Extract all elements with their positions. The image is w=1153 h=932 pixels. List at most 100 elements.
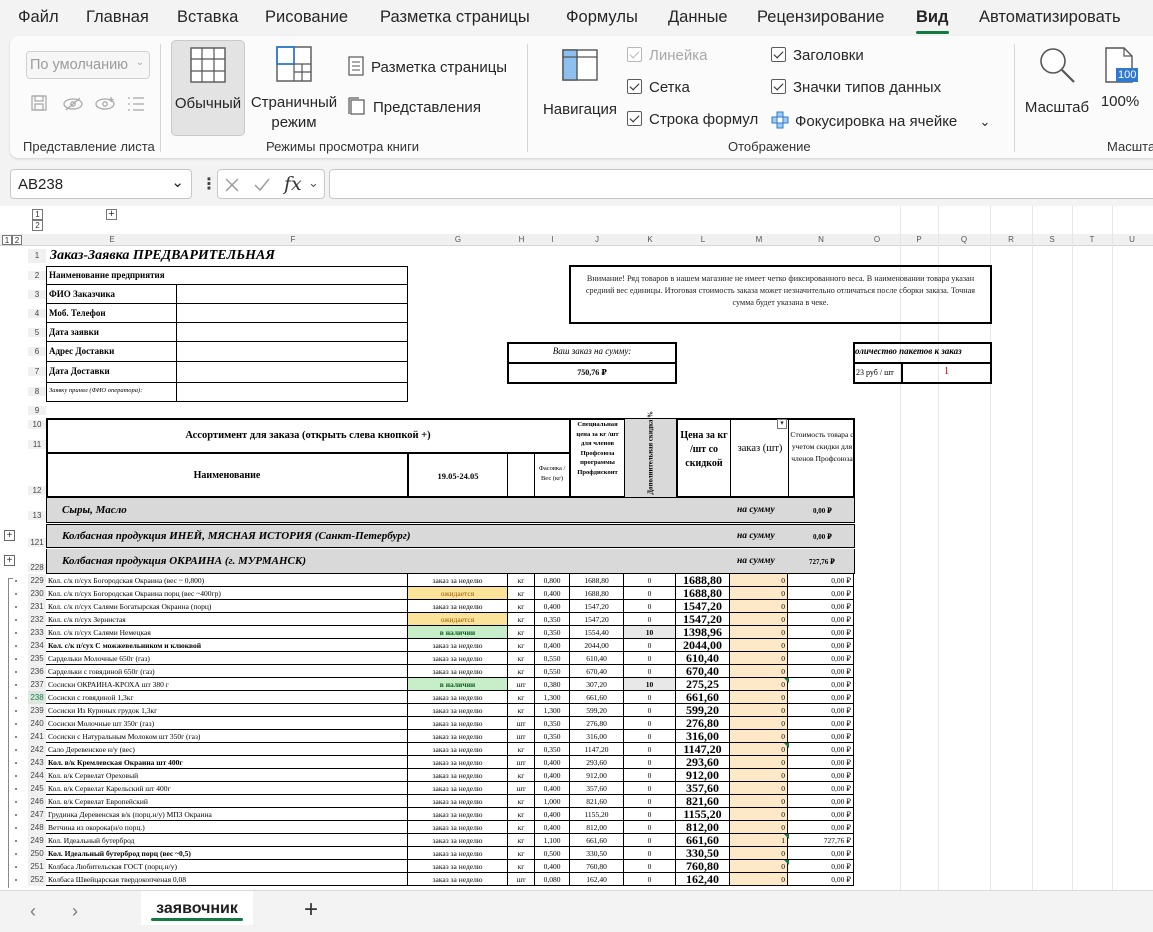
page-layout-button[interactable]: Разметка страницы (347, 56, 507, 76)
table-row[interactable]: Кол. в/к Сервелат Карельский шт 400г зака… (46, 782, 856, 795)
item-qty-input[interactable]: 0 (730, 743, 788, 756)
data-type-icons-checkbox[interactable]: Значки типов данных (771, 79, 941, 96)
table-row[interactable]: Кол. с/к п/сух Салями Немецкая в наличии к… (46, 626, 856, 639)
expand-group-icon[interactable]: + (4, 555, 15, 566)
row-header[interactable]: 228 (28, 563, 46, 572)
table-row[interactable]: Кол. Идеальный бутерброд порц (вес ~0,5)… (46, 847, 856, 860)
table-row[interactable]: Сардельки с говядиной 650г (газ) заказ за… (46, 665, 856, 678)
table-row[interactable]: Сардельки Молочные 650г (газ) заказ за не… (46, 652, 856, 665)
table-row[interactable]: Кол. с/к п/сух Салями Богатырская Окраин… (46, 600, 856, 613)
tab-draw[interactable]: Рисование (265, 8, 348, 27)
tab-insert[interactable]: Вставка (177, 8, 238, 27)
row-header[interactable]: 246 (28, 795, 46, 808)
row-header[interactable]: 247 (28, 808, 46, 821)
tab-data[interactable]: Данные (668, 8, 728, 27)
row-header[interactable]: 240 (28, 717, 46, 730)
row-header[interactable]: 7 (28, 367, 46, 376)
row-header[interactable]: 245 (28, 782, 46, 795)
item-qty-input[interactable]: 0 (730, 704, 788, 717)
column-header[interactable]: M (730, 234, 788, 246)
gridlines-checkbox[interactable]: Сетка (627, 79, 690, 96)
table-row[interactable]: Кол. в/к Сервелат Европейский заказ за не… (46, 795, 856, 808)
row-header[interactable]: 239 (28, 704, 46, 717)
table-row[interactable]: Колбаса Любительская ГОСТ (порц.н/у) зака… (46, 860, 856, 873)
add-sheet-icon[interactable]: + (304, 896, 318, 924)
row-header[interactable]: 232 (28, 613, 46, 626)
column-header[interactable]: S (1032, 234, 1072, 246)
tab-home[interactable]: Главная (86, 8, 149, 27)
expand-columns-icon[interactable]: + (106, 209, 117, 220)
item-qty-input[interactable]: 1 (730, 834, 788, 847)
table-row[interactable]: Ветчина из окорока(н/о порц.) заказ за не… (46, 821, 856, 834)
table-row[interactable]: Сосиски ОКРАИНА-КРОХА шт 380 гв наличии ш… (46, 678, 856, 691)
column-header[interactable]: T (1072, 234, 1112, 246)
column-header[interactable]: F (178, 234, 408, 246)
row-header[interactable]: 2 (28, 271, 46, 280)
table-row[interactable]: Кол. в/к Сервелат Ореховый заказ за недел… (46, 769, 856, 782)
table-row[interactable]: Колбаса Швейцарская твердокопченая 0,08 з… (46, 873, 856, 886)
item-qty-input[interactable]: 0 (730, 600, 788, 613)
worksheet-grid[interactable]: 1 2 + 1 2 E F G H I J K L M N O P Q R S … (0, 206, 1153, 890)
row-header[interactable]: 248 (28, 821, 46, 834)
item-qty-input[interactable]: 0 (730, 769, 788, 782)
row-header[interactable]: 249 (28, 834, 46, 847)
row-header[interactable]: 231 (28, 600, 46, 613)
table-row[interactable]: Кол. с/к п/сух Зернистая ожидается кг 0,350… (46, 613, 856, 626)
item-qty-input[interactable]: 0 (730, 873, 788, 886)
item-qty-input[interactable]: 0 (730, 808, 788, 821)
item-qty-input[interactable]: 0 (730, 587, 788, 600)
expand-group-icon[interactable]: + (4, 530, 15, 541)
row-header[interactable]: 11 (28, 440, 46, 449)
row-header[interactable]: 5 (28, 328, 46, 337)
table-row[interactable]: Кол. с/к п/сух Богородская Окраина (вес … (46, 574, 856, 587)
row-header[interactable]: 8 (28, 387, 46, 396)
sheet-view-select[interactable]: По умолчанию ⌄ (26, 51, 150, 79)
column-header[interactable]: N (788, 234, 854, 246)
row-header[interactable]: 121 (28, 538, 46, 547)
row-header[interactable]: 10 (28, 420, 46, 429)
row-header[interactable]: 233 (28, 626, 46, 639)
custom-views-button[interactable]: Представления (347, 96, 481, 116)
column-header[interactable]: J (570, 234, 624, 246)
table-row[interactable]: Сосиски Молочные шт 350г (газ) заказ за н… (46, 717, 856, 730)
row-header[interactable]: 230 (28, 587, 46, 600)
options-list-icon[interactable] (126, 95, 146, 113)
row-header[interactable]: 250 (28, 847, 46, 860)
item-qty-input[interactable]: 0 (730, 756, 788, 769)
column-header[interactable]: K (624, 234, 676, 246)
row-header[interactable]: 229 (28, 574, 46, 587)
column-header[interactable]: E (46, 234, 178, 246)
item-qty-input[interactable]: 0 (730, 678, 788, 691)
outline-row-level-button[interactable]: 2 (12, 235, 22, 245)
item-qty-input[interactable]: 0 (730, 717, 788, 730)
chevron-down-icon[interactable]: ⌄ (979, 114, 990, 129)
table-row[interactable]: Сосиски Из Куриных грудок 1,3кг заказ за … (46, 704, 856, 717)
tab-file[interactable]: Файл (18, 8, 59, 27)
zoom-button[interactable]: Масштаб (1022, 40, 1092, 136)
row-header[interactable]: 4 (28, 309, 46, 318)
column-header[interactable]: H (508, 234, 535, 246)
table-row[interactable]: Сосиски с Натуральным Молоком шт 350г (г… (46, 730, 856, 743)
row-header[interactable]: 6 (28, 347, 46, 356)
column-header[interactable]: R (990, 234, 1032, 246)
enter-check-icon[interactable] (253, 177, 271, 193)
zoom-100-button[interactable]: 100 100% (1096, 40, 1144, 136)
tab-page-layout[interactable]: Разметка страницы (380, 8, 530, 27)
item-qty-input[interactable]: 0 (730, 730, 788, 743)
row-header[interactable]: 9 (28, 406, 46, 415)
item-qty-input[interactable]: 0 (730, 652, 788, 665)
tab-review[interactable]: Рецензирование (757, 8, 884, 27)
outline-row-level-button[interactable]: 1 (2, 235, 12, 245)
normal-view-button[interactable]: Обычный (171, 40, 245, 136)
column-header[interactable]: I (535, 234, 570, 246)
table-row[interactable]: Кол. Идеальный бутерброд заказ за неделю к… (46, 834, 856, 847)
table-row[interactable]: Сосиски с говядиной 1,3кг заказ за неделю… (46, 691, 856, 704)
new-view-icon[interactable] (94, 96, 116, 112)
row-header[interactable]: 243 (28, 756, 46, 769)
row-header[interactable]: 13 (28, 511, 46, 520)
table-row[interactable]: Кол. в/к Кремлевская Окраина шт 400г зака… (46, 756, 856, 769)
headings-checkbox[interactable]: Заголовки (771, 47, 864, 64)
formula-input[interactable] (329, 169, 1153, 199)
cell-focus-button[interactable]: Фокусировка на ячейке ⌄ (771, 111, 990, 130)
item-qty-input[interactable]: 0 (730, 613, 788, 626)
